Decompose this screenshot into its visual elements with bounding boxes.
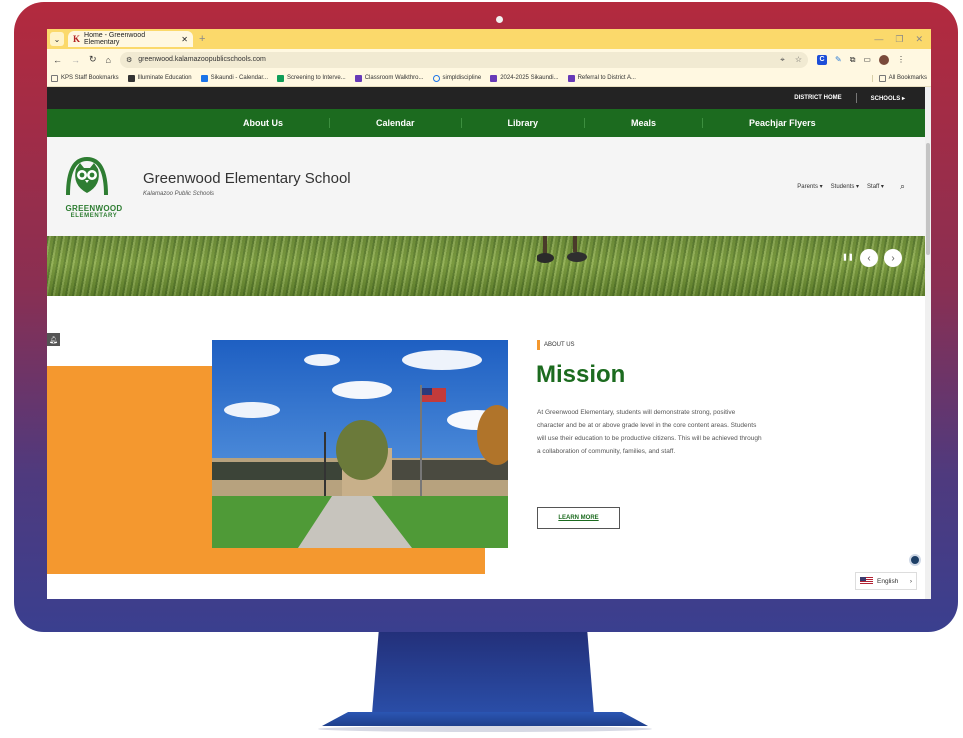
menu-kebab-icon[interactable]: ⋮ — [897, 55, 905, 64]
bookmark-item[interactable]: Classroom Walkthro... — [354, 74, 424, 82]
accessibility-icon[interactable] — [909, 554, 921, 566]
bookmark-item[interactable]: KPS Staff Bookmarks — [51, 74, 119, 82]
logo-text-greenwood: GREENWOOD — [65, 204, 123, 213]
label-accent-bar — [537, 340, 540, 350]
us-flag-icon — [860, 577, 873, 585]
monitor-stand-base — [322, 712, 648, 726]
forward-icon[interactable]: → — [71, 55, 80, 65]
school-name[interactable]: Greenwood Elementary School — [143, 170, 351, 187]
cast-icon[interactable]: ▭ — [863, 55, 871, 64]
next-slide-icon[interactable]: › — [884, 249, 902, 267]
folder-icon — [878, 74, 886, 82]
district-topbar: DISTRICT HOME SCHOOLS ▸ — [47, 87, 931, 109]
location-icon[interactable]: ⌖ — [780, 55, 785, 65]
monitor-stand-neck — [372, 632, 594, 714]
monitor-mockup: ⌄ K Home - Greenwood Elementary ✕ + — ❐ … — [0, 0, 963, 738]
reload-icon[interactable]: ↻ — [89, 54, 97, 65]
browser-tab[interactable]: K Home - Greenwood Elementary ✕ — [68, 31, 193, 47]
globe-icon — [432, 74, 440, 82]
sheets-icon — [277, 74, 285, 82]
mission-heading: Mission — [536, 361, 626, 388]
illuminate-icon — [127, 74, 135, 82]
tab-title: Home - Greenwood Elementary — [84, 32, 146, 46]
bookmark-item[interactable]: Sikaundi - Calendar... — [200, 74, 268, 82]
header-menu: Parents ▾ Students ▾ Staff ▾ ⌕ — [797, 181, 905, 192]
grass-photo — [47, 236, 931, 296]
nav-library[interactable]: Library — [462, 118, 586, 128]
url-text: greenwood.kalamazoopublicschools.com — [138, 56, 266, 63]
calendar-icon — [200, 74, 208, 82]
extensions-area: C ✎ ⧉ ▭ ⋮ — [816, 54, 905, 65]
bookmarks-bar: KPS Staff Bookmarks Illuminate Education… — [47, 70, 931, 87]
hero-shoes-image — [537, 236, 587, 263]
about-us-text: ABOUT US — [544, 342, 575, 348]
menu-staff[interactable]: Staff ▾ — [867, 183, 884, 190]
nav-meals[interactable]: Meals — [585, 118, 704, 128]
menu-parents[interactable]: Parents ▾ — [797, 183, 822, 190]
screen: ⌄ K Home - Greenwood Elementary ✕ + — ❐ … — [47, 29, 931, 599]
bookmark-item[interactable]: Screening to Interve... — [277, 74, 346, 82]
forms-icon — [567, 74, 575, 82]
bookmark-item[interactable]: Referral to District A... — [567, 74, 636, 82]
extension-pen-icon[interactable]: ✎ — [835, 55, 842, 64]
tab-search-icon[interactable]: ⌄ — [50, 32, 64, 46]
camera-dot — [496, 16, 503, 23]
school-logo[interactable]: GREENWOOD ELEMENTARY — [64, 155, 124, 225]
bookmark-item[interactable]: Illuminate Education — [127, 74, 192, 82]
browser-tab-bar: ⌄ K Home - Greenwood Elementary ✕ + — ❐ … — [47, 29, 931, 49]
close-window-icon[interactable]: ✕ — [915, 34, 923, 45]
profile-avatar[interactable] — [878, 54, 889, 65]
pause-icon[interactable]: ❚❚ — [842, 253, 854, 261]
about-us-label: ABOUT US — [537, 340, 575, 350]
bookmark-item[interactable]: 2024-2025 Sikaundi... — [490, 74, 559, 82]
search-icon[interactable]: ⌕ — [900, 181, 905, 192]
forms-icon — [490, 74, 498, 82]
hero-slideshow: ❚❚ ‹ › — [47, 236, 931, 296]
stand-shadow — [318, 726, 652, 732]
chevron-right-icon: › — [909, 577, 912, 585]
nav-about-us[interactable]: About Us — [197, 118, 330, 128]
schools-link[interactable]: SCHOOLS ▸ — [871, 95, 905, 102]
restore-icon[interactable]: ❐ — [895, 34, 903, 45]
language-label: English — [877, 577, 899, 585]
owl-logo-icon — [66, 156, 108, 196]
minimize-icon[interactable]: — — [874, 34, 883, 45]
all-bookmarks[interactable]: All Bookmarks — [871, 74, 927, 82]
address-bar[interactable]: ⚙ greenwood.kalamazoopublicschools.com ⌖… — [119, 51, 808, 68]
prev-slide-icon[interactable]: ‹ — [860, 249, 878, 267]
scrollbar-thumb[interactable] — [926, 143, 930, 255]
main-nav: About Us Calendar Library Meals Peachjar… — [47, 109, 931, 137]
home-icon[interactable]: ⌂ — [106, 55, 111, 65]
extensions-puzzle-icon[interactable]: ⧉ — [850, 55, 856, 65]
school-building-photo — [212, 340, 508, 548]
forms-icon — [354, 74, 362, 82]
tab-close-icon[interactable]: ✕ — [181, 35, 188, 44]
extension-c-icon[interactable]: C — [816, 54, 827, 65]
mission-statement: At Greenwood Elementary, students will d… — [537, 409, 762, 455]
nav-peachjar-flyers[interactable]: Peachjar Flyers — [703, 118, 862, 128]
district-name: Kalamazoo Public Schools — [143, 191, 215, 197]
tab-favicon: K — [73, 34, 81, 44]
logo-text-elementary: ELEMENTARY — [70, 213, 118, 219]
window-controls: — ❐ ✕ — [874, 34, 931, 45]
folder-icon — [51, 74, 58, 82]
bookmark-star-icon[interactable]: ☆ — [795, 55, 802, 65]
about-section: 🔔︎ ABOUT US Mission At Greenwood Element… — [47, 296, 931, 599]
school-header: GREENWOOD ELEMENTARY Greenwood Elementar… — [47, 137, 931, 236]
page-scrollbar[interactable] — [925, 87, 931, 599]
website: DISTRICT HOME SCHOOLS ▸ About Us Calenda… — [47, 87, 931, 599]
site-settings-icon[interactable]: ⚙ — [126, 56, 132, 64]
district-home-link[interactable]: DISTRICT HOME — [794, 95, 841, 101]
learn-more-button[interactable]: LEARN MORE — [537, 507, 620, 529]
back-icon[interactable]: ← — [53, 55, 62, 65]
divider — [855, 93, 857, 103]
nav-calendar[interactable]: Calendar — [330, 118, 462, 128]
browser-toolbar: ← → ↻ ⌂ ⚙ greenwood.kalamazoopublicschoo… — [47, 49, 931, 70]
menu-students[interactable]: Students ▾ — [831, 183, 859, 190]
language-selector[interactable]: English › — [855, 572, 917, 590]
bookmark-item[interactable]: simpldiscipline — [432, 74, 481, 82]
bell-icon[interactable]: 🔔︎ — [47, 333, 60, 346]
new-tab-icon[interactable]: + — [199, 33, 205, 45]
